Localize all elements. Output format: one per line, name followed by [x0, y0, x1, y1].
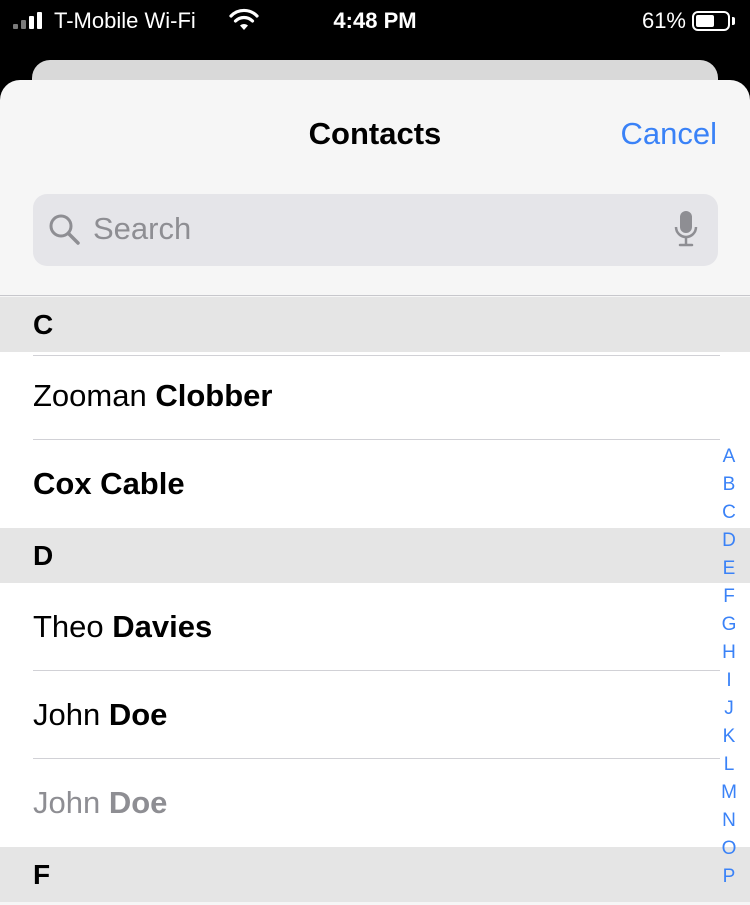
- index-letter-k[interactable]: K: [723, 723, 736, 751]
- status-bar: T-Mobile Wi-Fi 4:48 PM 61%: [0, 0, 750, 42]
- contact-row-john-doe[interactable]: John Doe: [0, 671, 750, 759]
- index-letter-b[interactable]: B: [723, 471, 736, 499]
- index-letter-p[interactable]: P: [723, 863, 736, 891]
- index-letter-g[interactable]: G: [722, 611, 737, 639]
- contact-name: Cox Cable: [33, 466, 185, 502]
- search-icon: [47, 212, 83, 253]
- contact-row-john-doe-disabled: John Doe: [0, 759, 750, 847]
- search-field[interactable]: Search: [33, 194, 718, 266]
- contact-last-name: Doe: [108, 697, 168, 732]
- index-letter-l[interactable]: L: [724, 751, 735, 779]
- microphone-icon[interactable]: [674, 210, 698, 253]
- index-letter-c[interactable]: C: [722, 499, 736, 527]
- contact-name: Zooman Clobber: [33, 378, 272, 414]
- battery-icon: [692, 11, 730, 31]
- contact-name: John Doe: [33, 697, 167, 733]
- clock: 4:48 PM: [333, 8, 417, 33]
- contact-row-theo-davies[interactable]: Theo Davies: [0, 583, 750, 671]
- contact-first-name: John: [33, 785, 109, 820]
- section-letter: F: [33, 859, 51, 890]
- section-letter: D: [33, 540, 54, 571]
- contact-row-zooman-clobber[interactable]: Zooman Clobber: [0, 352, 750, 440]
- battery-fill: [696, 15, 715, 27]
- index-letter-j[interactable]: J: [724, 695, 734, 723]
- section-header-d: D: [0, 528, 750, 583]
- contact-last-name: Doe: [108, 785, 168, 820]
- index-letter-m[interactable]: M: [721, 779, 737, 807]
- contact-name: John Doe: [33, 785, 167, 821]
- contact-name: Theo Davies: [33, 609, 212, 645]
- contact-row-cox-cable[interactable]: Cox Cable: [0, 440, 750, 528]
- navigation-bar: Contacts Cancel Search: [0, 80, 750, 296]
- section-header-c: C: [0, 297, 750, 352]
- contact-list: C Zooman Clobber Cox Cable D Theo Davies…: [0, 297, 750, 902]
- search-input[interactable]: Search: [93, 211, 191, 247]
- index-letter-n[interactable]: N: [722, 807, 736, 835]
- row-divider: [33, 355, 720, 356]
- contact-first-name: Zooman: [33, 378, 156, 413]
- index-letter-f[interactable]: F: [723, 583, 735, 611]
- contacts-sheet: Contacts Cancel Search C Zooman Clobber …: [0, 80, 750, 905]
- cancel-button[interactable]: Cancel: [621, 116, 718, 152]
- index-letter-e[interactable]: E: [723, 555, 736, 583]
- battery-percent: 61%: [641, 8, 686, 33]
- section-letter: C: [33, 309, 54, 340]
- contact-last-name: Clobber: [155, 378, 273, 413]
- index-letter-d[interactable]: D: [722, 527, 736, 555]
- index-letter-h[interactable]: H: [722, 639, 736, 667]
- contact-first-name: Theo: [33, 609, 113, 644]
- index-letter-a[interactable]: A: [723, 443, 736, 471]
- contact-first-name: John: [33, 697, 109, 732]
- index-letter-i[interactable]: I: [726, 667, 731, 695]
- section-header-f: F: [0, 847, 750, 902]
- index-letter-o[interactable]: O: [722, 835, 737, 863]
- battery-nub: [732, 17, 735, 25]
- contact-last-name: Davies: [112, 609, 213, 644]
- contact-company-name: Cox Cable: [33, 466, 185, 501]
- alphabet-index[interactable]: ABCDEFGHIJKLMNOP: [714, 443, 744, 891]
